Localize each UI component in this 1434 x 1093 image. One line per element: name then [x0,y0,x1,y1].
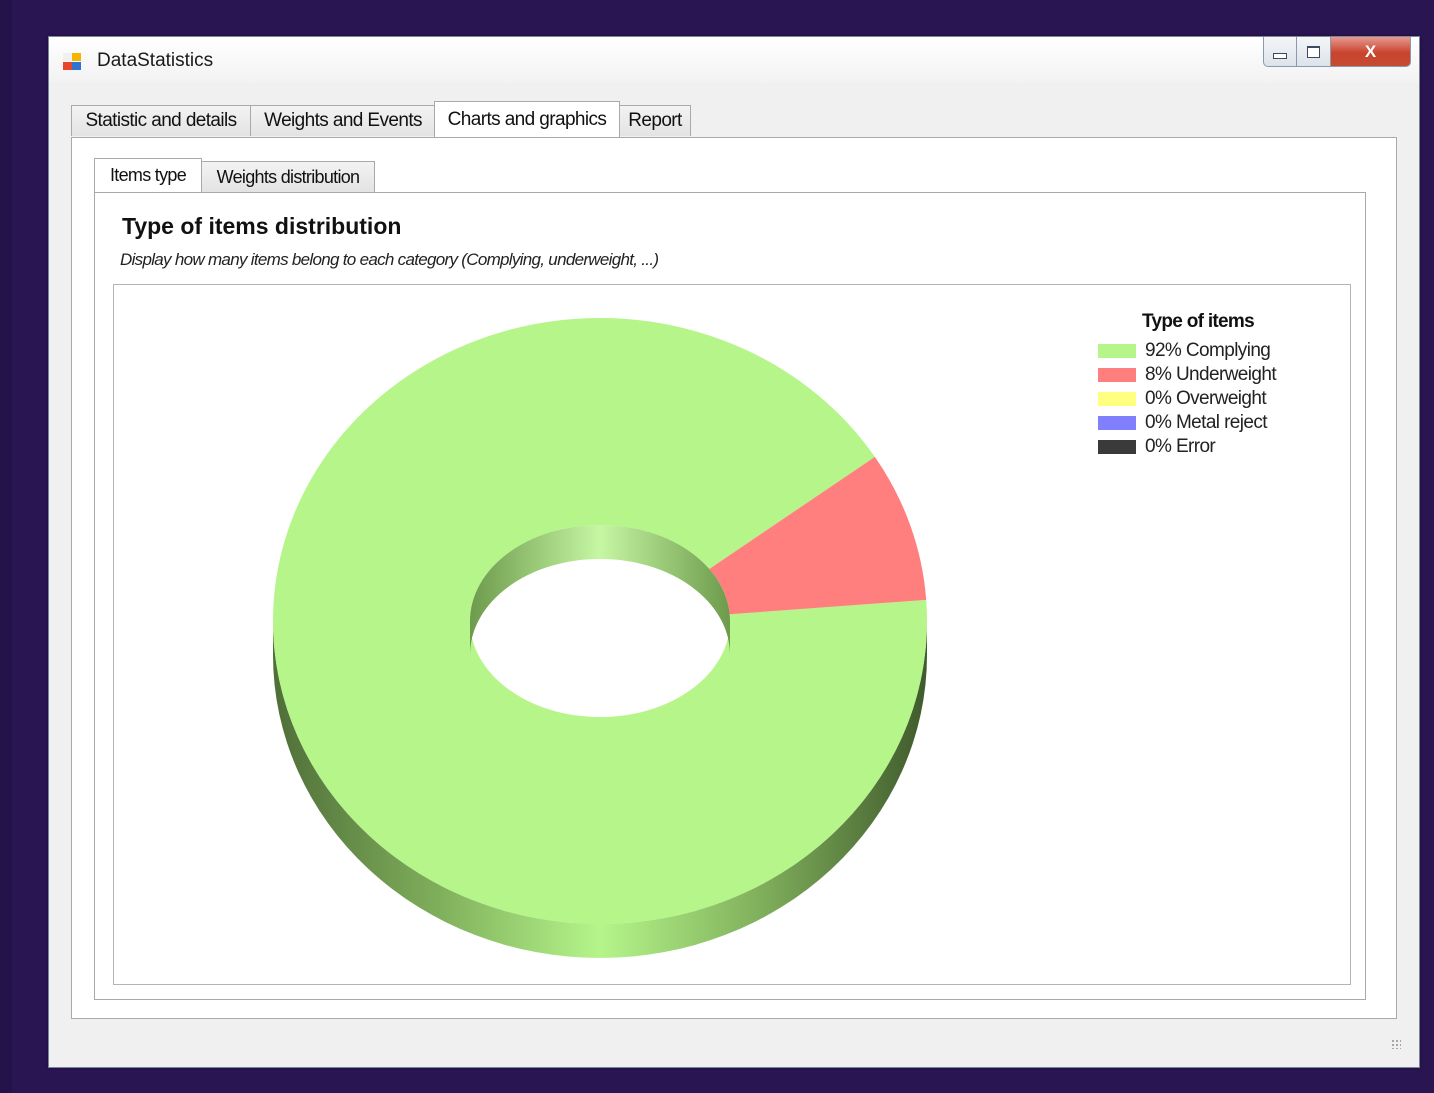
tab-charts-and-graphics[interactable]: Charts and graphics [434,101,620,137]
legend-item-underweight: 8% Underweight [1098,363,1328,387]
legend-label: 0% Metal reject [1145,412,1268,433]
minimize-button[interactable] [1263,37,1297,67]
legend-label: 92% Complying [1145,340,1271,361]
subtab-weights-distribution[interactable]: Weights distribution [201,161,375,192]
chart-legend: Type of items 92% Complying 8% Underweig… [1098,311,1328,459]
close-button[interactable]: X [1331,37,1411,67]
legend-item-metal-reject: 0% Metal reject [1098,411,1328,435]
tab-report[interactable]: Report [619,105,691,136]
legend-label: 0% Error [1145,436,1216,457]
app-window: DataStatistics X Statistic and details W… [48,36,1420,1068]
chart-subtitle: Display how many items belong to each ca… [120,250,659,269]
caption-buttons: X [1263,37,1411,69]
legend-swatch [1098,440,1136,454]
tab-weights-and-events[interactable]: Weights and Events [250,105,436,136]
chart-title: Type of items distribution [122,213,402,239]
subtab-items-type[interactable]: Items type [94,158,202,192]
tab-statistic-and-details[interactable]: Statistic and details [71,105,251,136]
charts-tab-page: Items type Weights distribution Type of … [71,137,1397,1019]
items-type-page: Type of items distribution Display how m… [94,192,1366,1000]
legend-label: 8% Underweight [1145,364,1277,385]
legend-swatch [1098,368,1136,382]
legend-item-error: 0% Error [1098,435,1328,459]
legend-swatch [1098,392,1136,406]
title-bar[interactable]: DataStatistics X [49,37,1419,83]
minimize-icon [1273,52,1287,59]
legend-item-complying: 92% Complying [1098,339,1328,363]
legend-label: 0% Overweight [1145,388,1267,409]
legend-title: Type of items [1142,311,1255,332]
legend-swatch [1098,344,1136,358]
window-title: DataStatistics [97,50,214,71]
close-icon: X [1364,41,1377,61]
desktop-background [0,0,12,1093]
maximize-button[interactable] [1297,37,1331,67]
app-icon [63,53,83,71]
maximize-icon [1307,45,1320,58]
legend-swatch [1098,416,1136,430]
chart-panel: Type of items 92% Complying 8% Underweig… [113,284,1351,985]
legend-item-overweight: 0% Overweight [1098,387,1328,411]
client-area: Statistic and details Weights and Events… [63,87,1405,1053]
resize-grip[interactable] [1391,1039,1401,1049]
